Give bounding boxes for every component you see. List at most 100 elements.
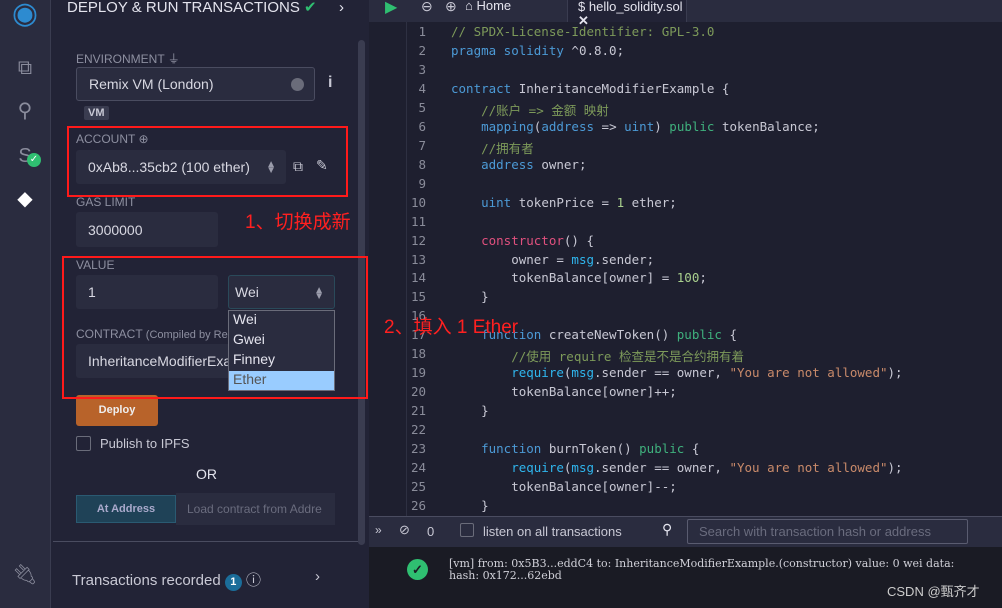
- code-line[interactable]: //拥有者: [451, 138, 534, 157]
- line-number: 22: [410, 422, 426, 438]
- code-line[interactable]: owner = msg.sender;: [451, 252, 654, 267]
- line-number: 20: [410, 384, 426, 400]
- line-number: 23: [410, 441, 426, 457]
- line-number: 18: [410, 346, 426, 362]
- code-line[interactable]: constructor() {: [451, 233, 594, 248]
- code-token: //拥有者: [451, 140, 534, 156]
- line-number: 3: [418, 61, 426, 77]
- line-number: 6: [418, 118, 426, 134]
- code-line[interactable]: pragma solidity ^0.8.0;: [451, 43, 624, 58]
- code-token: owner;: [533, 156, 587, 172]
- line-number: 8: [418, 156, 426, 172]
- code-line[interactable]: //账户 => 金额 映射: [451, 100, 609, 119]
- code-line[interactable]: require(msg.sender == owner, "You are no…: [451, 460, 902, 476]
- code-token: tokenBalance[owner] =: [451, 270, 677, 286]
- search-icon: ⚲: [662, 521, 673, 537]
- search-icon[interactable]: ⚲: [12, 98, 38, 124]
- info-icon[interactable]: ⓘ: [246, 572, 261, 589]
- plugin-manager-icon[interactable]: 🔌︎: [12, 562, 38, 588]
- deploy-run-icon[interactable]: ◆: [12, 186, 38, 212]
- code-token: function: [451, 441, 542, 457]
- line-number: 4: [418, 80, 426, 96]
- code-token: }: [451, 403, 489, 419]
- code-token: uint: [624, 118, 655, 134]
- code-token: owner =: [451, 251, 572, 267]
- code-token: tokenBalance[owner]++;: [451, 384, 677, 400]
- clear-console-icon[interactable]: ⊘: [399, 522, 410, 538]
- run-icon[interactable]: ▶: [385, 0, 397, 17]
- code-line[interactable]: //使用 require 检查是不是合约拥有着: [451, 346, 744, 365]
- load-address-input[interactable]: Load contract from Addre: [176, 493, 335, 525]
- line-number: 21: [410, 403, 426, 419]
- listen-label: listen on all transactions: [483, 524, 622, 539]
- code-line[interactable]: mapping(address => uint) public tokenBal…: [451, 119, 820, 134]
- collapse-terminal-icon[interactable]: »: [375, 523, 382, 537]
- code-line[interactable]: contract InheritanceModifierExample {: [451, 81, 729, 96]
- code-line[interactable]: }: [451, 403, 489, 418]
- line-number: 26: [410, 498, 426, 513]
- publish-ipfs-checkbox[interactable]: [76, 436, 91, 451]
- compiler-icon[interactable]: S ✓: [12, 143, 41, 169]
- gas-limit-label: GAS LIMIT: [76, 195, 136, 209]
- zoom-in-icon[interactable]: ⊕: [445, 0, 457, 15]
- code-token: .sender;: [594, 251, 655, 267]
- or-label: OR: [196, 466, 217, 482]
- code-token: burnToken(): [541, 441, 640, 457]
- panel-title: DEPLOY & RUN TRANSACTIONS ✔: [67, 0, 317, 16]
- at-address-button[interactable]: At Address: [76, 495, 176, 523]
- line-number: 19: [410, 365, 426, 381]
- code-line[interactable]: require(msg.sender == owner, "You are no…: [451, 365, 902, 381]
- gas-limit-input[interactable]: 3000000: [76, 212, 218, 247]
- remix-logo-icon[interactable]: ◉: [5, 0, 45, 36]
- log-line-2[interactable]: hash: 0x172...62ebd: [449, 569, 562, 582]
- listen-checkbox[interactable]: [460, 523, 474, 537]
- success-icon: ✓: [407, 559, 428, 580]
- vm-badge: VM: [84, 106, 109, 120]
- code-token: "You are not allowed": [729, 365, 888, 381]
- zoom-out-icon[interactable]: ⊖: [421, 0, 433, 15]
- code-token: uint: [451, 194, 512, 210]
- code-token: msg: [571, 460, 594, 476]
- code-token: }: [451, 498, 489, 513]
- info-icon[interactable]: i: [328, 74, 332, 92]
- deploy-button[interactable]: Deploy: [76, 395, 158, 426]
- chevron-right-icon[interactable]: ›: [315, 568, 320, 585]
- panel-title-text: DEPLOY & RUN TRANSACTIONS: [67, 0, 300, 16]
- editor-tabbar: ▶ ⊖ ⊕ ⌂ Home $ hello_solidity.sol ✕: [369, 0, 1002, 28]
- code-line[interactable]: }: [451, 289, 489, 304]
- solidity-icon: $: [578, 0, 586, 14]
- code-token: ): [654, 118, 670, 134]
- file-explorer-icon[interactable]: ⧉: [12, 55, 38, 81]
- code-line[interactable]: }: [451, 498, 489, 513]
- code-token: ;: [699, 270, 707, 286]
- code-line[interactable]: tokenBalance[owner]--;: [451, 479, 677, 494]
- tab-home[interactable]: ⌂ Home: [465, 0, 511, 13]
- chevron-right-icon[interactable]: ›: [339, 0, 344, 16]
- check-icon: ✔: [304, 0, 317, 16]
- code-token: constructor: [451, 232, 564, 248]
- transactions-recorded[interactable]: Transactions recorded 1 ⓘ: [72, 569, 261, 591]
- tab-hello-solidity[interactable]: $ hello_solidity.sol ✕: [567, 0, 687, 28]
- code-token: contract: [451, 80, 512, 96]
- code-line[interactable]: tokenBalance[owner] = 100;: [451, 270, 707, 285]
- code-line[interactable]: uint tokenPrice = 1 ether;: [451, 195, 677, 210]
- line-number: 11: [410, 213, 426, 229]
- code-token: tokenBalance;: [714, 118, 820, 134]
- code-token: "You are not allowed": [729, 460, 888, 476]
- line-number: 10: [410, 194, 426, 210]
- code-token: createNewToken(): [541, 327, 677, 343]
- code-line[interactable]: function burnToken() public {: [451, 441, 699, 456]
- code-token: address: [541, 118, 595, 134]
- code-line[interactable]: tokenBalance[owner]++;: [451, 384, 677, 399]
- code-token: .sender == owner,: [594, 365, 730, 381]
- line-number: 14: [410, 270, 426, 286]
- code-token: pragma solidity: [451, 42, 564, 58]
- line-number: 24: [410, 460, 426, 476]
- line-number: 13: [410, 251, 426, 267]
- environment-select[interactable]: Remix VM (London): [76, 67, 315, 101]
- code-token: require: [451, 365, 564, 381]
- terminal-search-input[interactable]: Search with transaction hash or address: [687, 519, 968, 544]
- code-token: msg: [571, 365, 594, 381]
- code-line[interactable]: address owner;: [451, 157, 586, 172]
- code-line[interactable]: // SPDX-License-Identifier: GPL-3.0: [451, 24, 714, 39]
